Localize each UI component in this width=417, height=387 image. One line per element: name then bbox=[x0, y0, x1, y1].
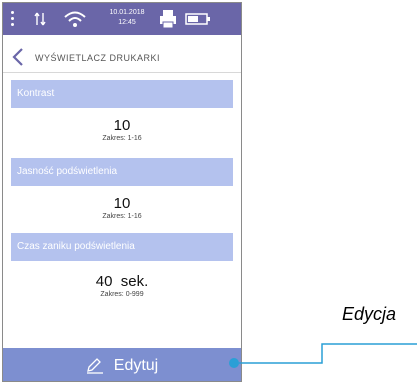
callout-line bbox=[239, 343, 417, 364]
callout-label: Edycja bbox=[342, 304, 397, 324]
callout-connector bbox=[229, 343, 417, 368]
callout-dot bbox=[229, 358, 239, 368]
